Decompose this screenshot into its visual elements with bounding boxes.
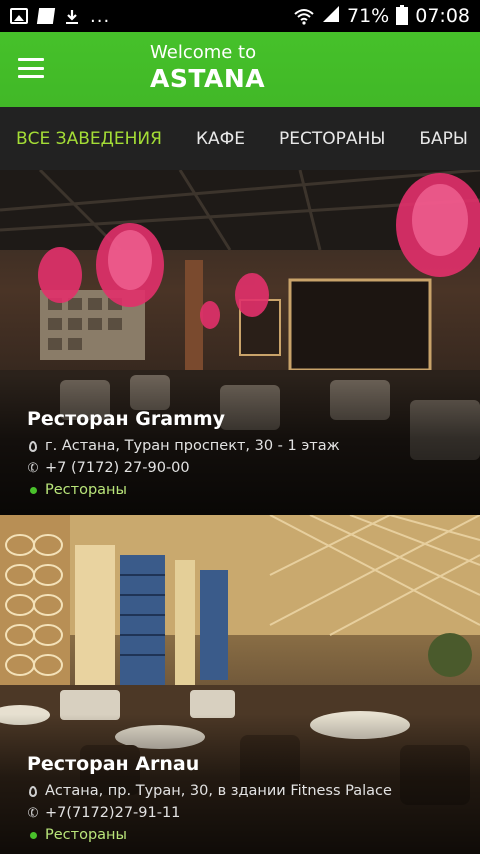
header-welcome-text: Welcome to (150, 42, 257, 63)
map-notification-icon (36, 8, 56, 24)
venue-info: Ресторан Arnau Астана, пр. Туран, 30, в … (25, 753, 392, 849)
venue-name: Ресторан Grammy (27, 408, 226, 430)
category-dot-icon (27, 831, 39, 839)
location-pin-icon (27, 440, 39, 452)
venue-category: Рестораны (45, 482, 127, 498)
venue-category: Рестораны (45, 827, 127, 843)
tab-bars[interactable]: БАРЫ (402, 129, 480, 149)
hamburger-menu-icon[interactable] (18, 58, 44, 78)
download-icon (64, 8, 80, 24)
battery-percent: 71% (347, 5, 390, 27)
venue-address: Астана, пр. Туран, 30, в здании Fitness … (45, 783, 392, 799)
venue-info: Ресторан Grammy г. Астана, Туран проспек… (25, 408, 340, 504)
category-tabs: ВСЕ ЗАВЕДЕНИЯ КАФЕ РЕСТОРАНЫ БАРЫ (0, 107, 480, 170)
status-bar: ... 71% 07:08 (0, 0, 480, 32)
tab-cafes[interactable]: КАФЕ (179, 129, 262, 149)
more-notifications-icon: ... (90, 5, 111, 27)
venue-name: Ресторан Arnau (27, 753, 200, 775)
venue-phone[interactable]: +7 (7172) 27-90-00 (45, 460, 190, 476)
clock: 07:08 (415, 5, 470, 27)
status-left: ... (10, 6, 110, 27)
battery-icon (396, 5, 409, 25)
image-notification-icon (10, 8, 28, 24)
venue-address-row: Астана, пр. Туран, 30, в здании Fitness … (27, 783, 392, 799)
tab-restaurants[interactable]: РЕСТОРАНЫ (262, 129, 402, 149)
header-city-name: ASTANA (150, 64, 266, 93)
phone-icon: ✆ (25, 459, 41, 477)
venue-phone-row[interactable]: ✆ +7(7172)27-91-11 (25, 804, 392, 822)
category-dot-icon (27, 486, 39, 494)
venue-phone-row[interactable]: ✆ +7 (7172) 27-90-00 (25, 459, 340, 477)
header-title: Welcome to ASTANA (150, 42, 266, 93)
wifi-icon (293, 7, 315, 25)
venue-card-arnau[interactable]: Ресторан Arnau Астана, пр. Туран, 30, в … (0, 515, 480, 854)
venue-address: г. Астана, Туран проспект, 30 - 1 этаж (45, 438, 340, 454)
venue-address-row: г. Астана, Туран проспект, 30 - 1 этаж (27, 438, 340, 454)
venue-card-grammy[interactable]: Ресторан Grammy г. Астана, Туран проспек… (0, 170, 480, 515)
phone-icon: ✆ (25, 804, 41, 822)
app-header: Welcome to ASTANA (0, 32, 480, 107)
venue-category-row: Рестораны (27, 482, 340, 498)
signal-icon (322, 5, 340, 28)
tab-all-venues[interactable]: ВСЕ ЗАВЕДЕНИЯ (0, 129, 179, 149)
venue-phone[interactable]: +7(7172)27-91-11 (45, 805, 180, 821)
status-right: 71% 07:08 (293, 5, 470, 28)
venue-category-row: Рестораны (27, 827, 392, 843)
location-pin-icon (27, 785, 39, 797)
